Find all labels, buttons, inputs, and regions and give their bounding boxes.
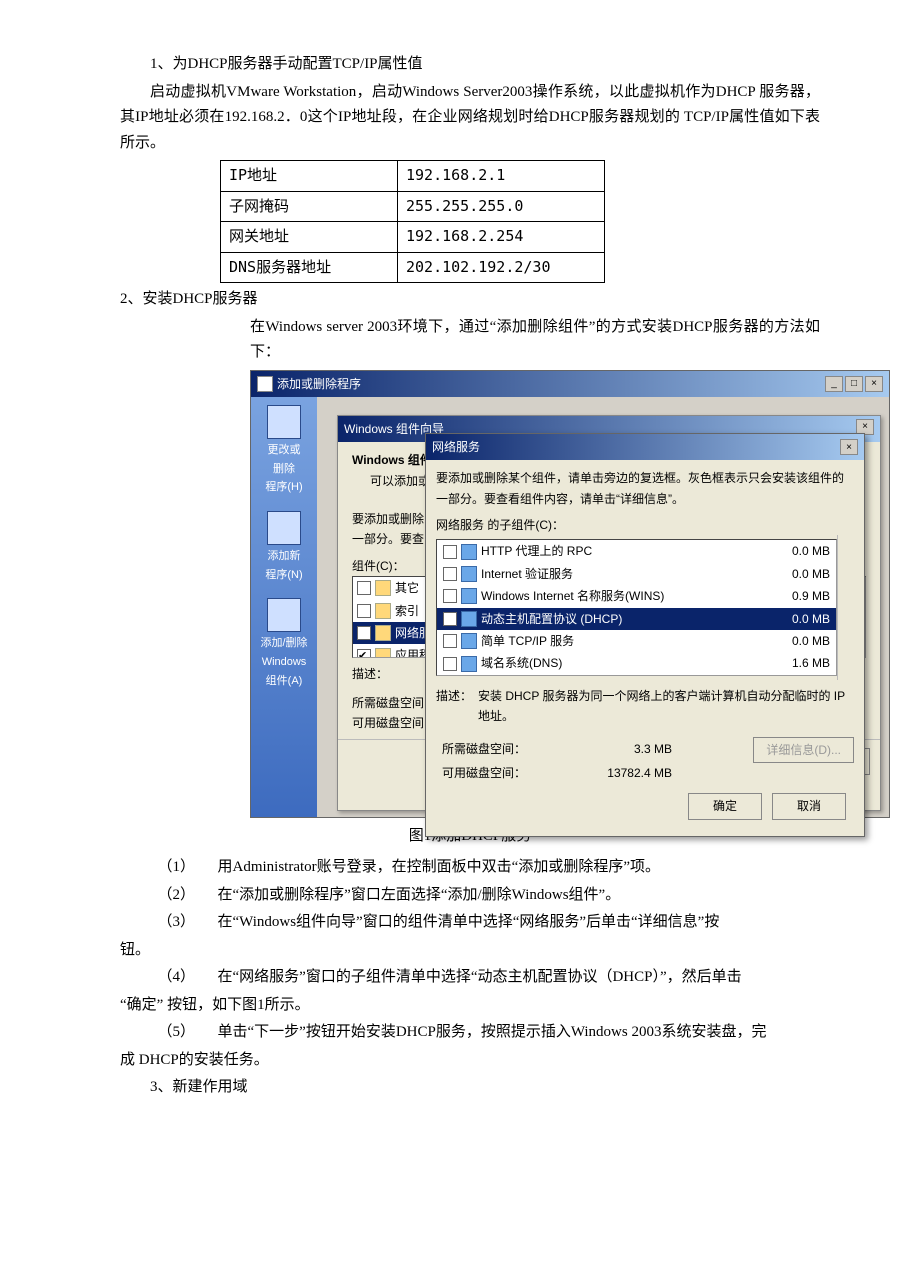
minimize-button[interactable]: _	[825, 376, 843, 392]
paragraph-2: 在Windows server 2003环境下，通过“添加删除组件”的方式安装D…	[120, 315, 820, 366]
disk-required-label: 所需磁盘空间：	[442, 739, 552, 759]
subcomponents-listbox[interactable]: HTTP 代理上的 RPC0.0 MB Internet 验证服务0.0 MB …	[436, 539, 837, 675]
list-item[interactable]: Internet 验证服务0.0 MB	[437, 563, 836, 585]
service-icon	[461, 611, 477, 627]
sidebar-item-windows-components[interactable]: 添加/删除 Windows 组件(A)	[260, 598, 307, 690]
disk-available-value: 13782.4 MB	[552, 763, 672, 783]
step-5-cont: 成 DHCP的安装任务。	[120, 1048, 820, 1074]
section1-title: 1、为DHCP服务器手动配置TCP/IP属性值	[120, 52, 820, 78]
outer-titlebar: 添加或删除程序 _ □ ×	[251, 371, 889, 397]
dialog-close-button[interactable]: ×	[840, 439, 858, 455]
list-scrollbar[interactable]	[837, 535, 854, 679]
ok-button[interactable]: 确定	[688, 793, 762, 819]
close-button[interactable]: ×	[865, 376, 883, 392]
list-item-dhcp[interactable]: 动态主机配置协议 (DHCP)0.0 MB	[437, 608, 836, 630]
paragraph-1: 启动虚拟机VMware Workstation，启动Windows Server…	[120, 80, 820, 157]
maximize-button[interactable]: □	[845, 376, 863, 392]
network-services-dialog: 网络服务 × 要添加或删除某个组件，请单击旁边的复选框。灰色框表示只会安装该组件…	[425, 433, 865, 837]
outer-window-title: 添加或删除程序	[277, 374, 361, 394]
dialog-title: 网络服务	[432, 437, 480, 457]
section3-title: 3、新建作用域	[120, 1075, 820, 1101]
sidebar-item-change-remove[interactable]: 更改或 删除 程序(H)	[265, 405, 302, 497]
list-item[interactable]: 简单 TCP/IP 服务0.0 MB	[437, 630, 836, 652]
disk-required-value: 3.3 MB	[552, 739, 672, 759]
step-5: （5）单击“下一步”按钮开始安装DHCP服务，按照提示插入Windows 200…	[120, 1020, 820, 1046]
app-icon	[257, 376, 273, 392]
sidebar-item-add-new[interactable]: 添加新 程序(N)	[265, 511, 302, 584]
list-item[interactable]: 域名系统(DNS)1.6 MB	[437, 652, 836, 674]
table-row: 网关地址192.168.2.254	[221, 222, 605, 253]
ip-properties-table: IP地址192.168.2.1 子网掩码255.255.255.0 网关地址19…	[220, 160, 605, 283]
step-3-cont: 钮。	[120, 938, 820, 964]
screenshot-add-remove-programs: 添加或删除程序 _ □ × 更改或 删除 程序(H) 添加新 程序(N) 添加/…	[250, 370, 890, 818]
list-item[interactable]: Windows Internet 名称服务(WINS)0.9 MB	[437, 585, 836, 607]
sidebar: 更改或 删除 程序(H) 添加新 程序(N) 添加/删除 Windows 组件(…	[251, 397, 317, 817]
dialog-instruction: 要添加或删除某个组件，请单击旁边的复选框。灰色框表示只会安装该组件的一部分。要查…	[436, 468, 854, 509]
details-button[interactable]: 详细信息(D)...	[753, 737, 854, 763]
step-2: （2）在“添加或删除程序”窗口左面选择“添加/删除Windows组件”。	[120, 883, 820, 909]
step-3: （3）在“Windows组件向导”窗口的组件清单中选择“网络服务”后单击“详细信…	[120, 910, 820, 936]
components-icon	[267, 598, 301, 632]
wizard-desc-label: 描述：	[352, 667, 388, 681]
table-row: 子网掩码255.255.255.0	[221, 191, 605, 222]
dialog-cancel-button[interactable]: 取消	[772, 793, 846, 819]
step-1: （1）用Administrator账号登录，在控制面板中双击“添加或删除程序”项…	[120, 855, 820, 881]
disk-available-label: 可用磁盘空间：	[442, 763, 552, 783]
folder-icon	[375, 580, 391, 596]
service-icon	[461, 566, 477, 582]
dialog-desc-text: 安装 DHCP 服务器为同一个网络上的客户端计算机自动分配临时的 IP 地址。	[478, 686, 854, 727]
section2-title: 2、安装DHCP服务器	[120, 287, 820, 313]
folder-icon	[375, 625, 391, 641]
folder-icon	[375, 648, 391, 659]
service-icon	[461, 633, 477, 649]
dialog-sub-label: 网络服务 的子组件(C)：	[436, 515, 854, 535]
service-icon	[461, 544, 477, 560]
service-icon	[461, 588, 477, 604]
service-icon	[461, 656, 477, 672]
table-row: IP地址192.168.2.1	[221, 161, 605, 192]
dialog-desc-label: 描述：	[436, 686, 472, 727]
folder-icon	[375, 603, 391, 619]
step-4-cont: “确定” 按钮，如下图1所示。	[120, 993, 820, 1019]
table-row: DNS服务器地址202.102.192.2/30	[221, 252, 605, 283]
step-4: （4）在“网络服务”窗口的子组件清单中选择“动态主机配置协议（DHCP）”，然后…	[120, 965, 820, 991]
list-item[interactable]: HTTP 代理上的 RPC0.0 MB	[437, 540, 836, 562]
box-icon	[267, 405, 301, 439]
cd-icon	[267, 511, 301, 545]
